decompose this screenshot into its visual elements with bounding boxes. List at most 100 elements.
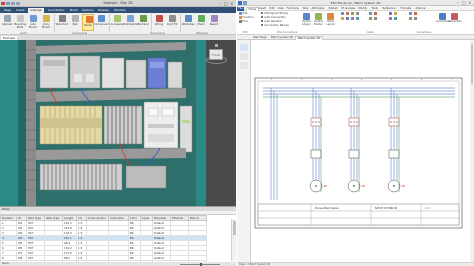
cross-ref-icon[interactable] — [409, 12, 412, 15]
function-option[interactable]: Function — [239, 16, 253, 20]
duct-fill-button[interactable]: Duct Fill — [166, 14, 178, 31]
twist-icon[interactable] — [369, 17, 372, 20]
panel-layout-button[interactable]: Panel Layout — [325, 12, 336, 30]
mounting-plate-button[interactable]: Mounting Plate — [14, 14, 26, 31]
harness-icon[interactable] — [356, 17, 359, 20]
left-status-bar: Ready — [0, 262, 236, 266]
device-label-m2: -M2 — [361, 185, 366, 188]
close-button[interactable]: × — [230, 1, 234, 6]
schematic-sheet: 1234567 M M M -M1 -M2 -M3 Process Batch … — [254, 77, 463, 229]
close-button[interactable]: × — [468, 1, 472, 5]
shield-icon[interactable] — [351, 17, 354, 20]
component-icon — [97, 14, 105, 22]
accessory-button[interactable]: Accessory — [110, 14, 124, 31]
cabinet-button[interactable]: Cabinet — [1, 14, 13, 31]
right-application-window: E3D Electrical - Batch System 3D – □ × F… — [237, 0, 474, 266]
orthogonal-wiring-toggle[interactable]: Orthogonal Wiring — [261, 12, 288, 16]
right-side-toolbar — [237, 40, 251, 262]
maximize-button[interactable]: □ — [224, 1, 228, 6]
scrollbar-thumb[interactable] — [233, 221, 236, 235]
route-icon — [85, 15, 93, 23]
distribution-button[interactable]: Distribution — [123, 14, 138, 31]
report-button[interactable]: Report — [208, 14, 220, 31]
ribbon-group-connections: Connections — [417, 31, 432, 34]
cable-icon[interactable] — [346, 12, 349, 15]
wire-icon[interactable] — [341, 12, 344, 15]
auto-rename-toggle[interactable]: Auto Rename — [261, 20, 282, 24]
terminal-button[interactable]: Terminal — [137, 14, 149, 31]
column-header[interactable]: Cross section — [86, 215, 109, 221]
attributes-button[interactable]: Attributes — [182, 14, 194, 31]
pair-icon[interactable] — [374, 12, 377, 15]
components-icon[interactable] — [240, 53, 248, 60]
3d-viewport[interactable]: Front — [0, 40, 236, 206]
wire-duct-icon — [58, 14, 66, 22]
symbol-library-icon — [303, 12, 310, 20]
auto-mount-button[interactable]: Auto Mount — [27, 14, 39, 31]
rail-icon — [71, 14, 79, 22]
jumper-icon[interactable] — [374, 17, 377, 20]
core-icon[interactable] — [369, 12, 372, 15]
table-scrollbar[interactable] — [231, 219, 236, 261]
wire-duct-button[interactable]: Wire Duct — [56, 14, 68, 31]
wiring-icon — [155, 14, 163, 22]
ribbon-group-edit: Edit — [243, 31, 248, 34]
view-up-arrow-icon[interactable] — [215, 44, 218, 47]
connections-button[interactable]: Connections — [436, 12, 451, 30]
ribbon-tool-grid — [341, 12, 433, 30]
zoom-slider-knob[interactable] — [200, 262, 202, 266]
left-window-title: Example - Elec 3D — [103, 1, 133, 5]
symbol-library-button[interactable]: Symbol Library — [301, 12, 312, 30]
signal-icon[interactable] — [409, 17, 412, 20]
duct-fill-icon — [168, 14, 176, 22]
signals-icon[interactable] — [240, 62, 248, 69]
cavity-icon[interactable] — [394, 17, 397, 20]
find-option[interactable]: Find — [239, 20, 248, 24]
auto-connection-toggle[interactable]: Auto Connection — [261, 16, 286, 20]
left-title-bar: Example - Elec 3D – □ × — [0, 0, 236, 7]
right-ribbon: Edit Function Find Orthogonal Wiring Aut… — [237, 11, 474, 35]
ribbon-group-cable: Cable — [367, 31, 374, 34]
schematic-drawing-area[interactable]: 1234567 M M M -M1 -M2 -M3 Process Batch … — [251, 40, 470, 262]
copy-mount-button[interactable]: Copy Mount — [40, 14, 52, 31]
label-icon[interactable] — [414, 17, 417, 20]
status-text: Ready — [2, 262, 10, 265]
right-status-bar: Page 1 / Batch System 3D — [237, 262, 474, 266]
connection-names-toggle[interactable]: Connection Names — [261, 24, 289, 28]
edit-option[interactable]: Edit — [239, 12, 247, 16]
rail-button[interactable]: Rail — [69, 14, 81, 31]
terminal-icon — [139, 14, 147, 22]
maximize-button[interactable]: □ — [462, 1, 466, 5]
ribbon-group-wire-connections: Wire Connections — [277, 31, 298, 34]
left-application-window: Example - Elec 3D – □ × Page Insert Cabi… — [0, 0, 236, 266]
wiring-button[interactable]: Wiring — [153, 14, 165, 31]
connectors-icon — [451, 12, 458, 20]
bus-icon[interactable] — [356, 12, 359, 15]
right-window-title: E3D Electrical - Batch System 3D — [330, 1, 381, 5]
link-icon[interactable] — [346, 17, 349, 20]
pin-icon[interactable] — [389, 17, 392, 20]
minimize-button[interactable]: – — [218, 1, 222, 6]
attributes-icon — [184, 14, 192, 22]
symbol-builder-button[interactable]: Symbol Builder — [313, 12, 324, 30]
view-navigation-cube[interactable]: Front — [206, 44, 228, 66]
title-block-drawing: BATCH SYSTEM 3D — [375, 207, 397, 210]
drawing-scrollbar[interactable] — [470, 40, 474, 262]
plug-icon[interactable] — [389, 12, 392, 15]
check-button[interactable]: Check — [195, 14, 207, 31]
project-tree-icon[interactable] — [240, 44, 248, 51]
route-button[interactable]: Route — [82, 14, 94, 31]
connectors-button[interactable]: Connectors — [448, 12, 462, 30]
view-cube-face[interactable]: Front — [209, 49, 223, 60]
mounting-plate-icon — [16, 14, 24, 22]
symbol-builder-icon — [315, 12, 322, 20]
report-icon — [210, 14, 218, 22]
component-button[interactable]: Component — [94, 14, 109, 31]
net-icon[interactable] — [414, 12, 417, 15]
minimize-button[interactable]: – — [456, 1, 460, 5]
left-ribbon: Cabinet Mounting Plate Auto Mount Copy M… — [0, 13, 236, 35]
potential-icon[interactable] — [341, 17, 344, 20]
terminal-icon[interactable] — [351, 12, 354, 15]
scrollbar-thumb[interactable] — [470, 44, 474, 84]
socket-icon[interactable] — [394, 12, 397, 15]
